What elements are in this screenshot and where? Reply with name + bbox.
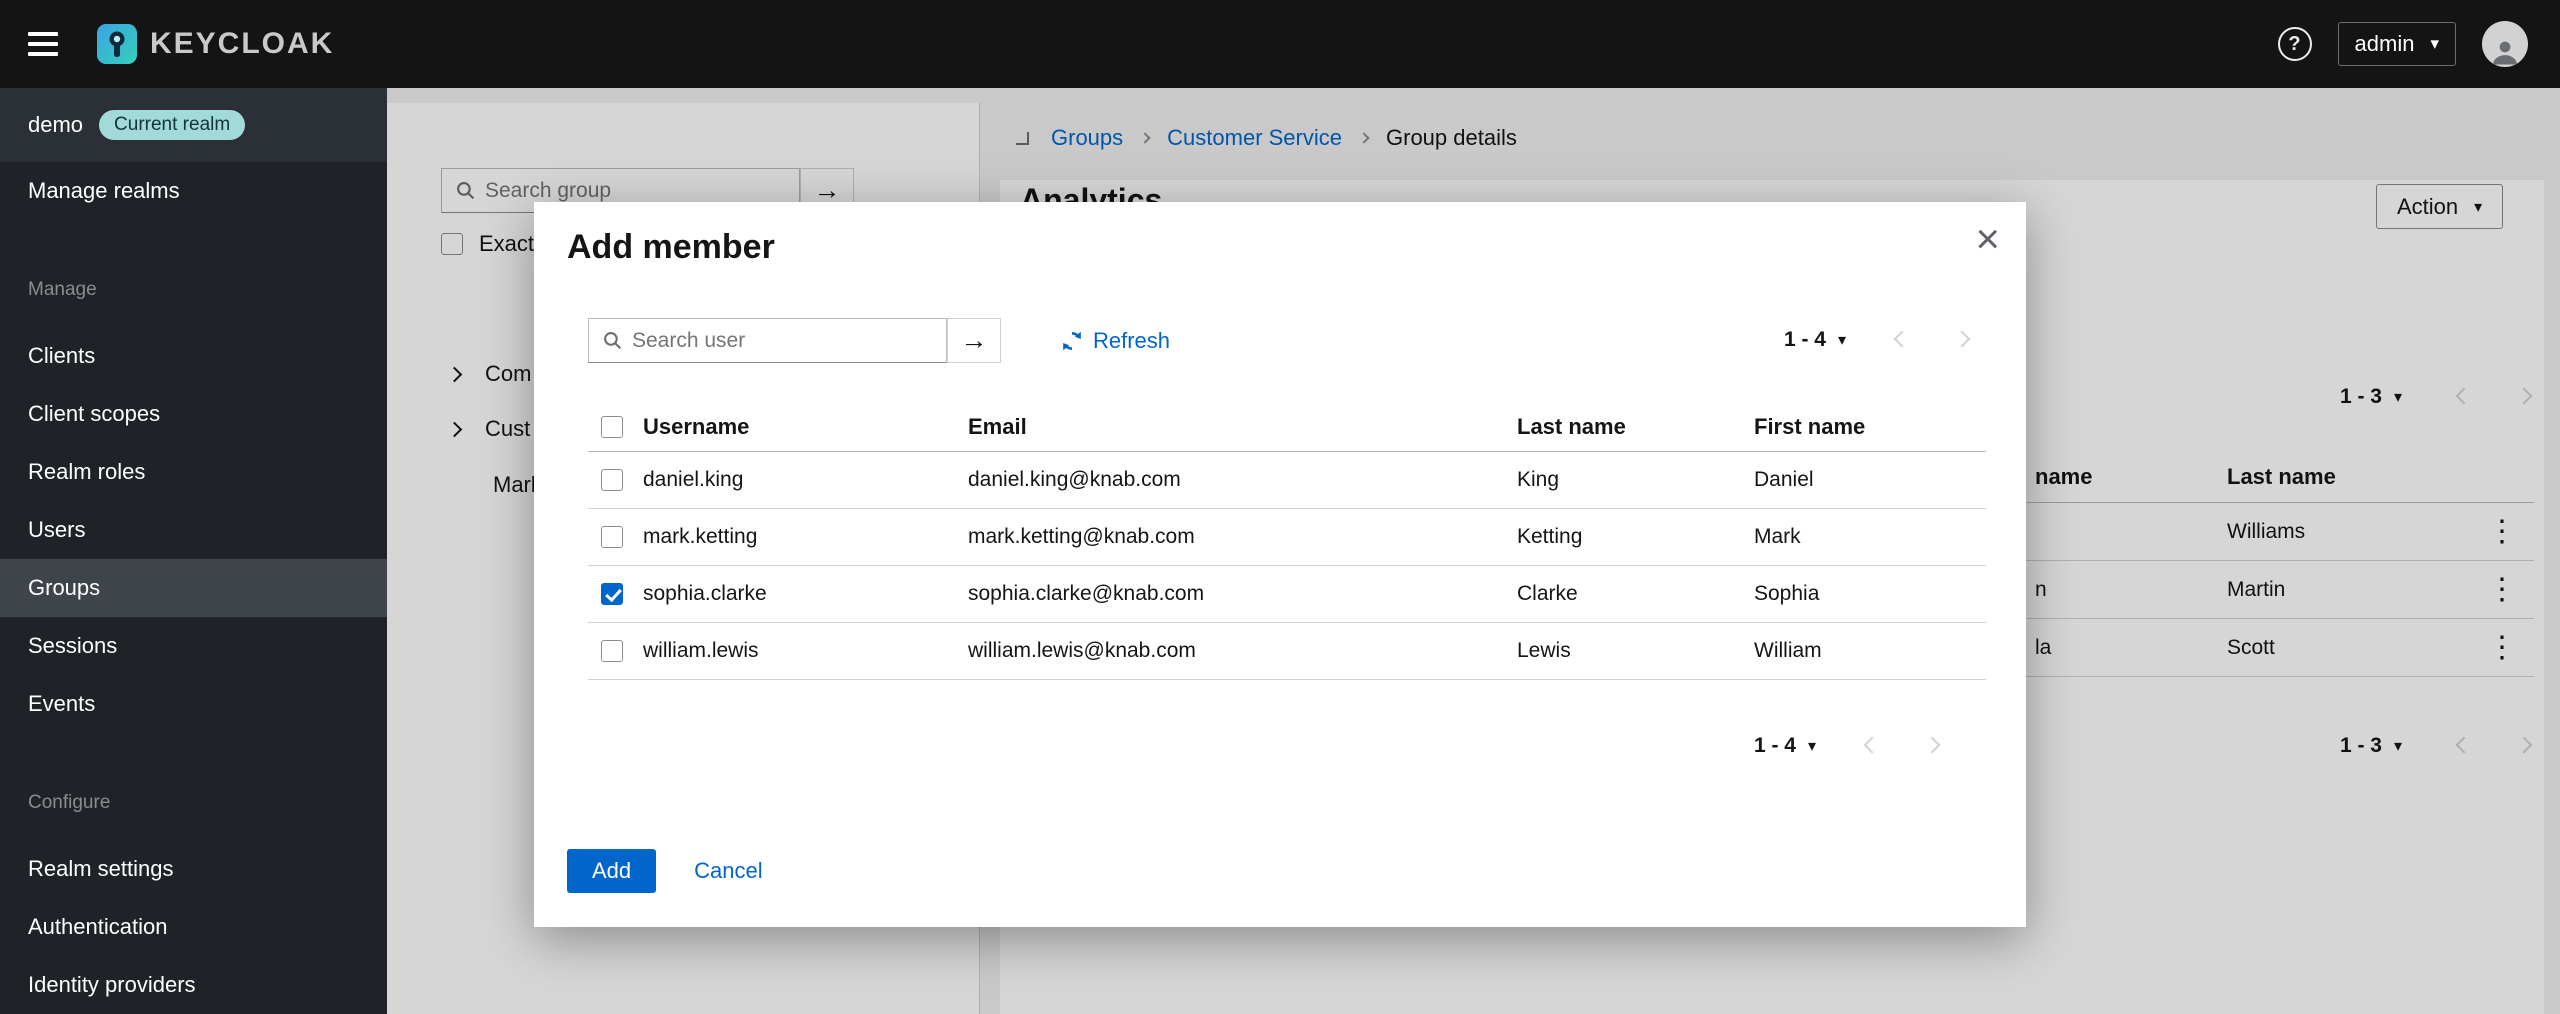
cell-username: sophia.clarke — [643, 582, 968, 606]
user-search-field — [588, 318, 947, 363]
refresh-button[interactable]: Refresh — [1061, 318, 1170, 363]
chevron-left-icon — [1894, 330, 1911, 347]
row-checkbox[interactable] — [601, 640, 623, 662]
row-checkbox[interactable] — [601, 583, 623, 605]
cell-email: mark.ketting@knab.com — [968, 525, 1517, 549]
cell-last-name: King — [1517, 468, 1754, 492]
sidebar-item-users[interactable]: Users — [0, 501, 387, 559]
arrow-right-icon — [961, 325, 988, 356]
modal-footer: Add Cancel — [567, 849, 763, 893]
user-row: william.lewis william.lewis@knab.com Lew… — [588, 623, 1986, 680]
nav-toggle-button[interactable] — [28, 26, 58, 62]
sidebar-item-sessions[interactable]: Sessions — [0, 617, 387, 675]
cell-last-name: Ketting — [1517, 525, 1754, 549]
keycloak-logo-icon — [94, 21, 140, 67]
select-all-checkbox[interactable] — [601, 416, 623, 438]
user-menu-label: admin — [2355, 31, 2415, 57]
col-username: Username — [643, 414, 968, 440]
hamburger-icon — [28, 32, 58, 56]
nav-section-manage: Manage — [0, 265, 387, 327]
chevron-left-icon — [1864, 736, 1881, 753]
masthead-right: ? admin — [2278, 0, 2528, 88]
user-search-submit-button[interactable] — [947, 318, 1001, 363]
sidebar-item-identity-providers[interactable]: Identity providers — [0, 956, 387, 1014]
close-icon — [1975, 215, 2000, 262]
prev-page-button[interactable] — [1896, 333, 1908, 348]
pagination-range: 1 - 4 — [1754, 734, 1796, 758]
col-last-name: Last name — [1517, 414, 1754, 440]
cancel-button[interactable]: Cancel — [694, 858, 762, 884]
masthead: KEYCLOAK ? admin — [0, 0, 2560, 88]
sidebar-item-client-scopes[interactable]: Client scopes — [0, 385, 387, 443]
row-checkbox[interactable] — [601, 526, 623, 548]
sidebar-item-clients[interactable]: Clients — [0, 327, 387, 385]
avatar[interactable] — [2482, 21, 2528, 67]
cell-first-name: William — [1754, 639, 1986, 663]
cell-last-name: Lewis — [1517, 639, 1754, 663]
current-realm-badge: Current realm — [99, 110, 245, 140]
realm-name: demo — [28, 112, 83, 138]
chevron-right-icon — [1954, 330, 1971, 347]
user-search-input[interactable] — [632, 329, 946, 353]
refresh-label: Refresh — [1093, 328, 1170, 354]
col-first-name: First name — [1754, 414, 1986, 440]
pagination-range: 1 - 4 — [1784, 328, 1826, 352]
search-icon — [603, 331, 622, 350]
user-row: mark.ketting mark.ketting@knab.com Ketti… — [588, 509, 1986, 566]
caret-down-icon — [2430, 34, 2439, 54]
cell-email: sophia.clarke@knab.com — [968, 582, 1517, 606]
cell-first-name: Daniel — [1754, 468, 1986, 492]
sidebar-item-manage-realms[interactable]: Manage realms — [0, 162, 387, 220]
help-button[interactable]: ? — [2278, 27, 2312, 61]
user-row: sophia.clarke sophia.clarke@knab.com Cla… — [588, 566, 1986, 623]
add-button[interactable]: Add — [567, 849, 656, 893]
refresh-icon — [1061, 330, 1083, 352]
user-table-header: Username Email Last name First name — [588, 402, 1986, 452]
next-page-button[interactable] — [1926, 739, 1938, 754]
next-page-button[interactable] — [1956, 333, 1968, 348]
close-button[interactable] — [1975, 218, 2000, 260]
brand-text: KEYCLOAK — [150, 27, 334, 61]
cell-last-name: Clarke — [1517, 582, 1754, 606]
cell-first-name: Mark — [1754, 525, 1986, 549]
keycloak-admin-console: KEYCLOAK ? admin demo Current realm Mana… — [0, 0, 2560, 1014]
help-icon: ? — [2278, 27, 2312, 61]
user-select-table: Username Email Last name First name dani… — [588, 402, 1986, 680]
sidebar-item-groups[interactable]: Groups — [0, 559, 387, 617]
user-row: daniel.king daniel.king@knab.com King Da… — [588, 452, 1986, 509]
modal-pagination-top: 1 - 4 — [1784, 318, 1968, 362]
sidebar-item-realm-roles[interactable]: Realm roles — [0, 443, 387, 501]
sidebar-item-realm-settings[interactable]: Realm settings — [0, 840, 387, 898]
row-checkbox[interactable] — [601, 469, 623, 491]
cell-first-name: Sophia — [1754, 582, 1986, 606]
user-menu-button[interactable]: admin — [2338, 22, 2456, 66]
realm-switcher[interactable]: demo Current realm — [0, 88, 387, 162]
cell-username: william.lewis — [643, 639, 968, 663]
add-member-modal: Add member Refresh 1 - 4 — [534, 202, 2026, 927]
chevron-right-icon — [1924, 736, 1941, 753]
cell-username: daniel.king — [643, 468, 968, 492]
prev-page-button[interactable] — [1866, 739, 1878, 754]
per-page-caret-icon[interactable] — [1808, 736, 1816, 756]
sidebar-item-authentication[interactable]: Authentication — [0, 898, 387, 956]
sidebar: demo Current realm Manage realms Manage … — [0, 88, 387, 1014]
user-icon — [2490, 37, 2520, 67]
col-email: Email — [968, 414, 1517, 440]
per-page-caret-icon[interactable] — [1838, 330, 1846, 350]
sidebar-item-events[interactable]: Events — [0, 675, 387, 733]
brand[interactable]: KEYCLOAK — [94, 21, 334, 67]
nav-section-configure: Configure — [0, 778, 387, 840]
modal-title: Add member — [567, 228, 775, 267]
cell-email: daniel.king@knab.com — [968, 468, 1517, 492]
cell-username: mark.ketting — [643, 525, 968, 549]
cell-email: william.lewis@knab.com — [968, 639, 1517, 663]
modal-pagination-bottom: 1 - 4 — [1754, 724, 1938, 768]
